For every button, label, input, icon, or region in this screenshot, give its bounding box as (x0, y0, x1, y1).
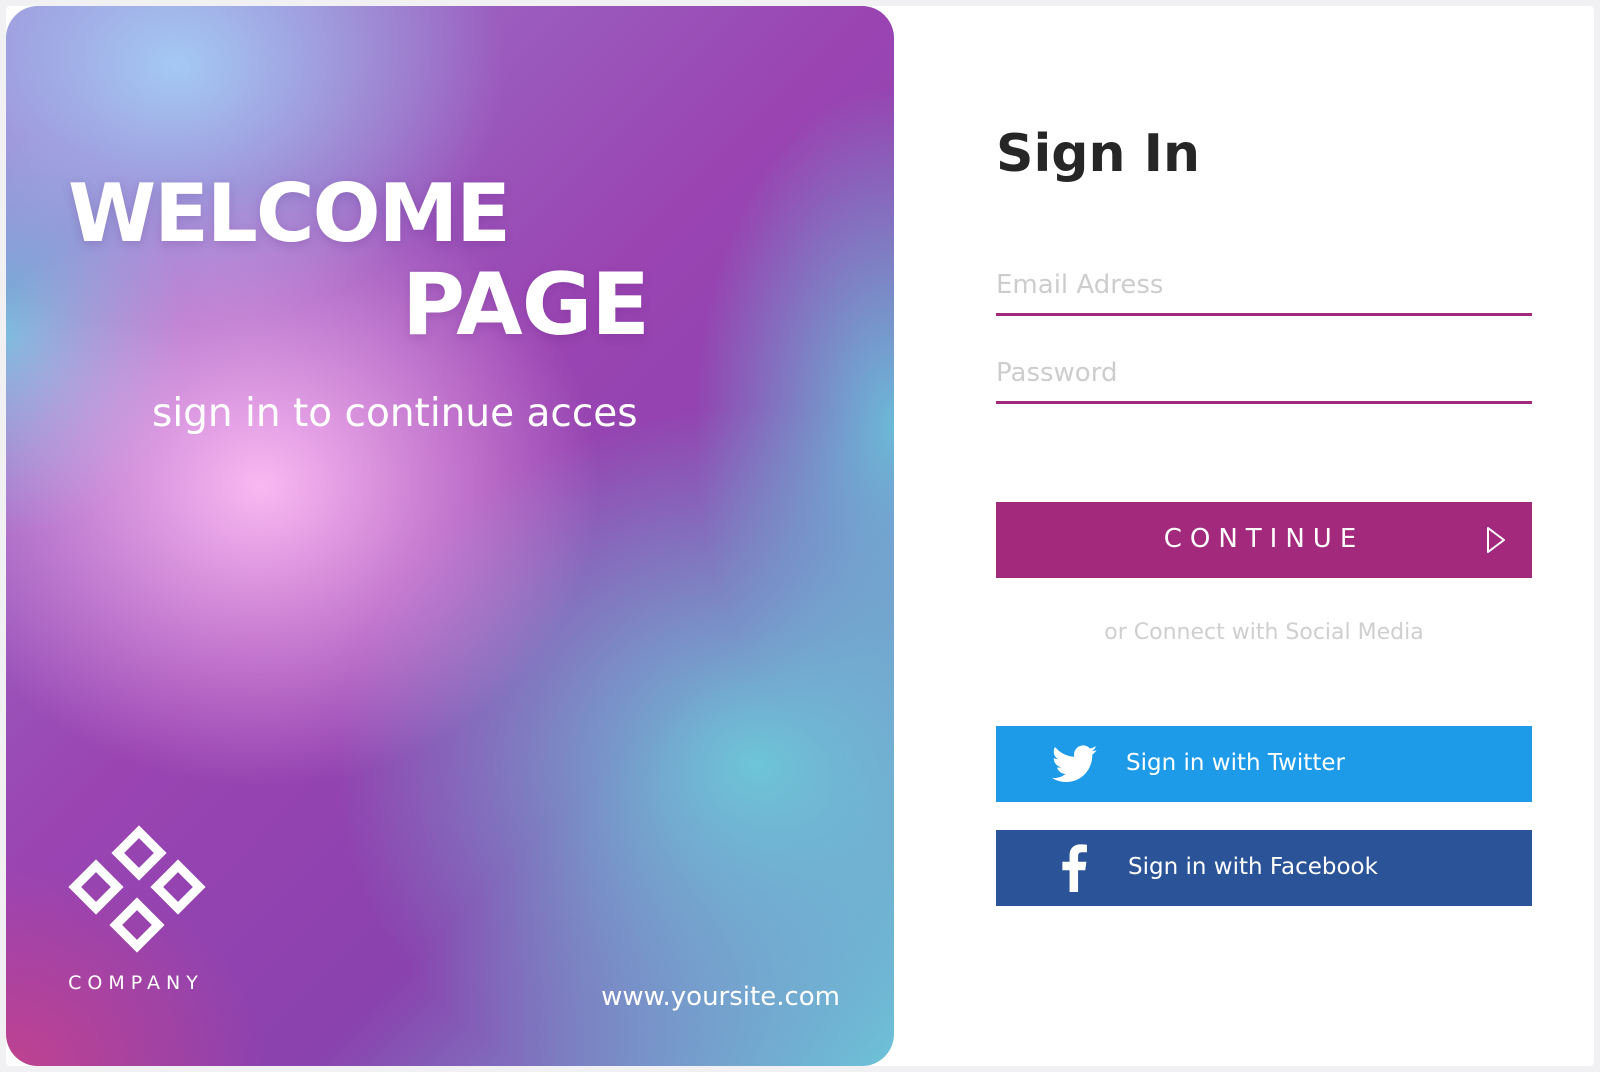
play-arrow-icon (1487, 527, 1505, 553)
twitter-signin-button[interactable]: Sign in with Twitter (996, 726, 1532, 802)
password-field[interactable] (996, 344, 1532, 404)
diamond-lattice-logo-icon (68, 825, 206, 953)
twitter-signin-label: Sign in with Twitter (1126, 750, 1345, 776)
website-url: www.yoursite.com (601, 982, 840, 1012)
login-page: WELCOME PAGE sign in to continue acces C… (6, 6, 1594, 1066)
welcome-title-line1: WELCOME (68, 167, 511, 260)
company-name: COMPANY (68, 972, 204, 994)
continue-button-label: CONTINUE (1163, 524, 1365, 554)
facebook-f-icon (1062, 844, 1087, 892)
email-field[interactable] (996, 256, 1532, 316)
social-connect-caption: or Connect with Social Media (1104, 620, 1424, 645)
facebook-signin-label: Sign in with Facebook (1128, 854, 1378, 880)
twitter-bird-icon (1052, 745, 1098, 783)
continue-button[interactable]: CONTINUE (996, 502, 1532, 578)
welcome-hero-panel: WELCOME PAGE sign in to continue acces C… (6, 6, 894, 1066)
signin-title: Sign In (996, 124, 1200, 184)
welcome-subtitle: sign in to continue acces (152, 391, 638, 436)
welcome-title-line2: PAGE (402, 255, 650, 355)
facebook-signin-button[interactable]: Sign in with Facebook (996, 830, 1532, 906)
